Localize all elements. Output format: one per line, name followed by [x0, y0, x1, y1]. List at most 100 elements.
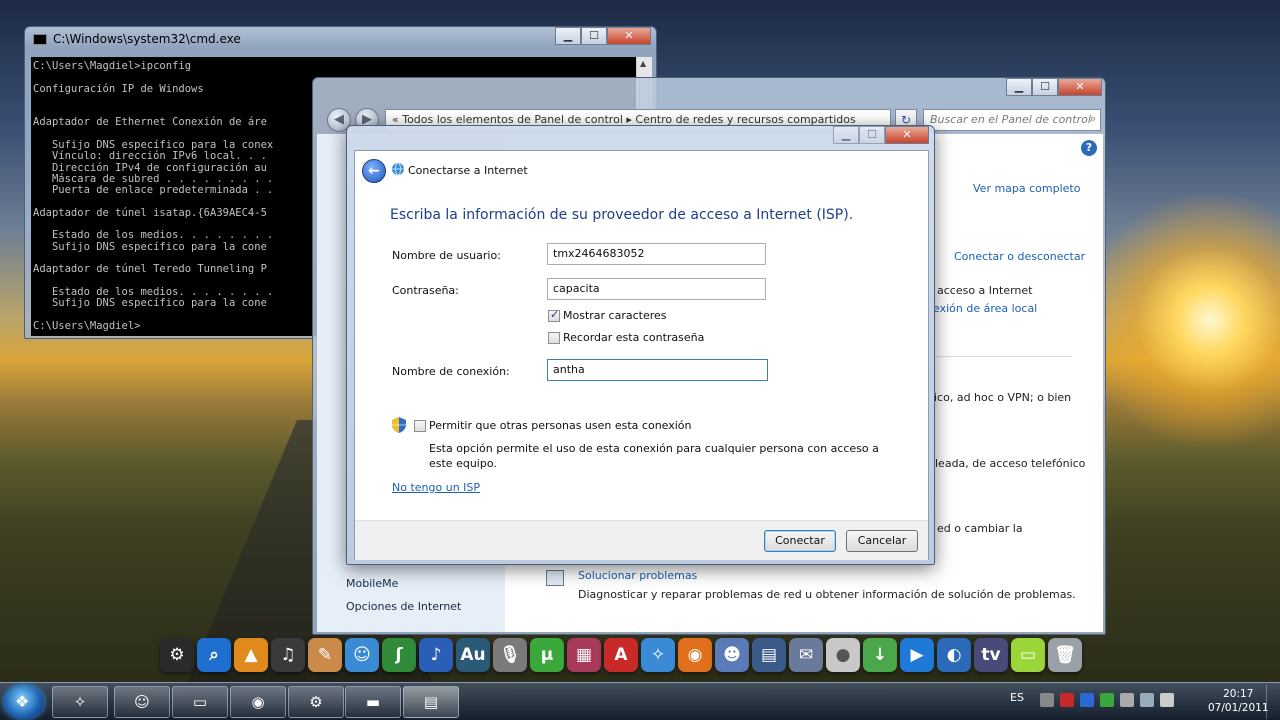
trash-icon[interactable]: 🗑 [1048, 638, 1082, 672]
taskbar-explorer-icon[interactable]: ▭ [172, 686, 228, 718]
show-desktop-button[interactable] [1266, 685, 1278, 719]
firefox-icon[interactable]: ◉ [678, 638, 712, 672]
wizard-caption-buttons: ▁ ☐ ✕ [833, 126, 929, 144]
gmail-icon[interactable] [1060, 693, 1074, 707]
taskbar-firefox-icon[interactable]: ◉ [230, 686, 286, 718]
taskbar-media-icon[interactable]: ⚙ [288, 686, 344, 718]
connection-name-label: Nombre de conexión: [392, 365, 510, 378]
tray-display-icon[interactable] [1120, 693, 1134, 707]
play-icon[interactable]: ▶ [900, 638, 934, 672]
sun-glow [1080, 190, 1280, 450]
clock[interactable]: 20:17 07/01/2011 [1208, 687, 1269, 715]
link-conexion-area-local[interactable]: exión de área local [933, 302, 1037, 315]
quicktime-icon[interactable]: ♪ [419, 638, 453, 672]
taskbar: ❖ ✧ ☺ ▭ ◉ ⚙ ▬ ▤ ES 20:17 07/01/2011 [0, 682, 1280, 720]
allow-others-desc-1: Esta opción permite el uso de esta conex… [429, 442, 879, 455]
search-placeholder: Buscar en el Panel de control [930, 113, 1091, 126]
divider [937, 356, 1072, 357]
start-button[interactable]: ❖ [4, 685, 44, 719]
cancel-button[interactable]: Cancelar [846, 530, 918, 552]
apps-icon[interactable]: ▤ [752, 638, 786, 672]
text-acceso-internet: acceso a Internet [937, 284, 1033, 297]
wizard-footer: Conectar Cancelar [355, 520, 928, 560]
maximize-button[interactable]: ☐ [1032, 78, 1058, 96]
show-characters-checkbox[interactable] [548, 308, 560, 322]
back-arrow-icon[interactable]: ← [362, 159, 386, 183]
password-field[interactable]: capacita [547, 278, 766, 300]
network-globe-icon [392, 162, 404, 176]
taskbar-messenger-icon[interactable]: ☺ [114, 686, 170, 718]
close-button[interactable]: ✕ [1058, 78, 1102, 96]
connect-button[interactable]: Conectar [764, 530, 836, 552]
messenger-icon[interactable]: ☺ [345, 638, 379, 672]
control-panel-search[interactable]: Buscar en el Panel de control ⌕ [923, 109, 1101, 131]
earth-icon[interactable]: ◐ [937, 638, 971, 672]
taskbar-cmd-icon[interactable]: ▬ [345, 686, 401, 718]
remember-password-label: Recordar esta contraseña [563, 331, 705, 344]
minimize-button: ▁ [833, 126, 859, 144]
winrar-icon[interactable]: ▦ [567, 638, 601, 672]
dreamweaver-icon[interactable]: ʃ [382, 638, 416, 672]
cmd-title: C:\Windows\system32\cmd.exe [53, 32, 241, 46]
left-item-mobileme[interactable]: MobileMe [346, 577, 398, 590]
language-indicator[interactable]: ES [1010, 691, 1024, 704]
tray-arrow-icon[interactable] [1040, 693, 1054, 707]
left-item-opciones-internet[interactable]: Opciones de Internet [346, 600, 461, 613]
autocad-icon[interactable]: A [604, 638, 638, 672]
maximize-button: ☐ [859, 126, 885, 144]
vlc-icon[interactable]: ▲ [234, 638, 268, 672]
clock-time: 20:17 [1223, 688, 1254, 700]
tv-icon[interactable]: tv [974, 638, 1008, 672]
help-icon[interactable]: ? [1081, 140, 1097, 156]
notes-icon[interactable]: ▭ [1011, 638, 1045, 672]
username-field[interactable]: tmx2464683052 [547, 243, 766, 265]
tray-app-icon[interactable] [1080, 693, 1094, 707]
volume-icon[interactable] [1160, 693, 1174, 707]
utorrent-icon[interactable]: µ [530, 638, 564, 672]
photos-icon[interactable]: ✉ [789, 638, 823, 672]
close-button[interactable]: ✕ [607, 27, 651, 45]
microphone-icon[interactable]: 🎙 [493, 638, 527, 672]
paint-icon[interactable]: ✎ [308, 638, 342, 672]
audition-icon[interactable]: Au [456, 638, 490, 672]
network-tray-icon[interactable] [1140, 693, 1154, 707]
minimize-button[interactable]: ▁ [1006, 78, 1032, 96]
uac-shield-icon [392, 417, 406, 433]
network-icon[interactable]: ⚙ [160, 638, 194, 672]
download-icon[interactable]: ↓ [863, 638, 897, 672]
text-adhoc: ico, ad hoc o VPN; o bien [934, 391, 1072, 404]
windows-logo-icon: ❖ [15, 692, 30, 711]
scroll-up-icon[interactable]: ▲ [640, 59, 646, 68]
allow-others-label: Permitir que otras personas usen esta co… [429, 419, 692, 432]
remember-password-checkbox[interactable] [548, 332, 560, 344]
taskbar-control-panel-icon[interactable]: ▤ [403, 686, 459, 718]
itunes-icon[interactable]: ♫ [271, 638, 305, 672]
minimize-button[interactable]: ▁ [555, 27, 581, 45]
allow-others-checkbox[interactable] [414, 420, 426, 432]
maximize-button[interactable]: ☐ [581, 27, 607, 45]
apple-icon[interactable]: ● [826, 638, 860, 672]
tray-icons [1040, 693, 1174, 707]
finder-icon[interactable]: ☻ [715, 638, 749, 672]
text-cambiar: ed o cambiar la [937, 522, 1023, 535]
cp-caption-buttons: ▁ ☐ ✕ [1006, 78, 1102, 96]
link-ver-mapa[interactable]: Ver mapa completo [973, 182, 1080, 195]
close-button[interactable]: ✕ [885, 126, 929, 144]
troubleshoot-icon [546, 570, 564, 586]
connection-name-field[interactable]: antha [547, 359, 768, 381]
link-conectar-desconectar[interactable]: Conectar o desconectar [954, 250, 1085, 263]
cmd-caption-buttons: ▁ ☐ ✕ [555, 27, 651, 45]
app-dock: ⚙ ⌕ ▲ ♫ ✎ ☺ ʃ ♪ Au 🎙 µ ▦ A ✧ ◉ ☻ ▤ ✉ ● ↓… [160, 638, 1082, 672]
search-icon[interactable]: ⌕ [1090, 112, 1096, 126]
taskbar-safari-icon[interactable]: ✧ [52, 686, 108, 718]
no-isp-link[interactable]: No tengo un ISP [392, 481, 480, 494]
wizard-heading: Escriba la información de su proveedor d… [390, 207, 854, 223]
text-diagnosticar: Diagnosticar y reparar problemas de red … [578, 588, 1076, 601]
cmd-line: C:\Users\Magdiel>ipconfig [33, 60, 192, 72]
tray-status-icon[interactable] [1100, 693, 1114, 707]
link-solucionar-problemas[interactable]: Solucionar problemas [578, 569, 697, 582]
wizard-title: Conectarse a Internet [408, 164, 528, 177]
safari-icon[interactable]: ✧ [641, 638, 675, 672]
search-icon[interactable]: ⌕ [197, 638, 231, 672]
connect-internet-dialog[interactable]: ▁ ☐ ✕ ← Conectarse a Internet Escriba la… [346, 125, 935, 565]
